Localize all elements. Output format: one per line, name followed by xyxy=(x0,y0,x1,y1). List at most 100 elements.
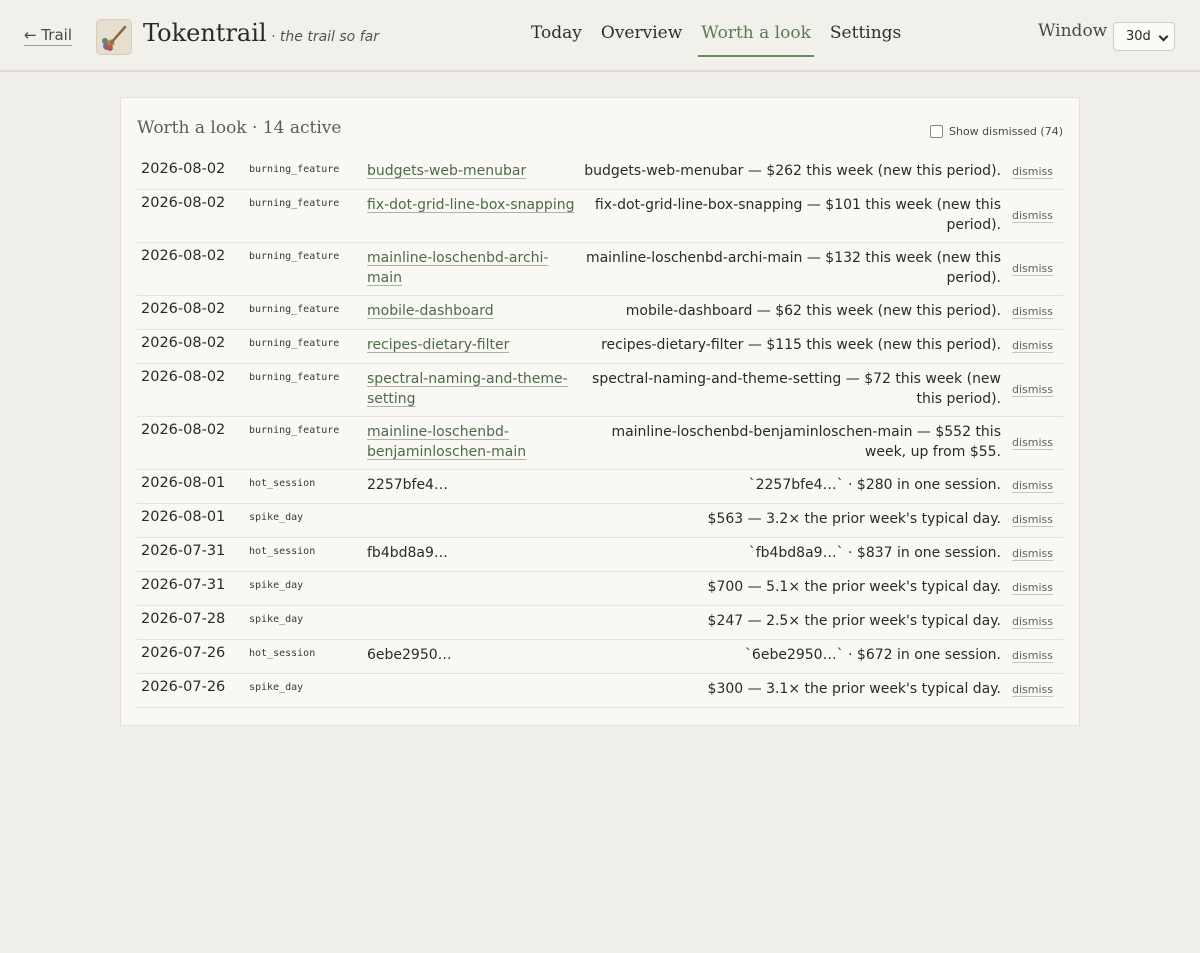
insight-kind: spike_day xyxy=(249,682,304,693)
insight-row: 2026-08-01 spike_day $563 — 3.2× the prior… xyxy=(137,504,1063,538)
insight-kind: burning_feature xyxy=(249,372,340,383)
insight-row: 2026-07-26 hot_session 6ebe2950… `6ebe2950…… xyxy=(137,640,1063,674)
dismiss-button[interactable]: dismiss xyxy=(1012,165,1053,178)
logo-icon xyxy=(96,19,132,55)
insight-description: $700 — 5.1× the prior week's typical day… xyxy=(707,579,1001,595)
nav-tab-today[interactable]: Today xyxy=(528,23,585,57)
insight-row: 2026-07-26 spike_day $300 — 3.1× the prior… xyxy=(137,674,1063,708)
insight-date: 2026-07-31 xyxy=(141,543,226,559)
insight-kind: spike_day xyxy=(249,512,304,523)
insight-date: 2026-08-01 xyxy=(141,509,226,525)
show-dismissed-label: Show dismissed (74) xyxy=(948,125,1063,138)
window-select[interactable]: 30d xyxy=(1113,22,1175,51)
insight-date: 2026-08-02 xyxy=(141,161,226,177)
insight-date: 2026-08-02 xyxy=(141,335,226,351)
nav-tab-worth-a-look[interactable]: Worth a look xyxy=(698,23,814,57)
insight-description: $563 — 3.2× the prior week's typical day… xyxy=(707,511,1001,527)
insight-description: mainline-loschenbd-benjaminloschen-main … xyxy=(611,424,1001,460)
insight-row: 2026-07-31 spike_day $700 — 5.1× the prior… xyxy=(137,572,1063,606)
show-dismissed-toggle[interactable]: Show dismissed (74) xyxy=(929,125,1063,138)
dismiss-button[interactable]: dismiss xyxy=(1012,305,1053,318)
insight-subject: 6ebe2950… xyxy=(367,647,452,663)
insight-kind: burning_feature xyxy=(249,251,340,262)
insight-subject-link[interactable]: mobile-dashboard xyxy=(367,301,577,321)
insight-subject-link[interactable]: fix-dot-grid-line-box-snapping xyxy=(367,195,577,215)
insight-subject-link[interactable]: spectral-naming-and-theme-setting xyxy=(367,369,577,409)
dismiss-button[interactable]: dismiss xyxy=(1012,615,1053,628)
insight-description: fix-dot-grid-line-box-snapping — $101 th… xyxy=(594,197,1001,233)
insight-date: 2026-08-02 xyxy=(141,422,226,438)
insight-row: 2026-07-28 spike_day $247 — 2.5× the prior… xyxy=(137,606,1063,640)
dismiss-button[interactable]: dismiss xyxy=(1012,581,1053,594)
insight-kind: hot_session xyxy=(249,648,316,659)
insight-row: 2026-08-02 burning_feature fix-dot-grid-li… xyxy=(137,190,1063,243)
insight-date: 2026-08-02 xyxy=(141,369,226,385)
insight-row: 2026-08-02 burning_feature budgets-web-men… xyxy=(137,156,1063,190)
insight-date: 2026-07-31 xyxy=(141,577,226,593)
insight-row: 2026-07-31 hot_session fb4bd8a9… `fb4bd8a9…… xyxy=(137,538,1063,572)
insight-description: budgets-web-menubar — $262 this week (ne… xyxy=(584,163,1001,179)
insight-description: mobile-dashboard — $62 this week (new th… xyxy=(625,303,1001,319)
show-dismissed-checkbox[interactable] xyxy=(929,125,943,138)
insight-date: 2026-07-26 xyxy=(141,645,226,661)
insight-subject-link[interactable]: mainline-loschenbd-benjaminloschen-main xyxy=(367,422,577,462)
dismiss-button[interactable]: dismiss xyxy=(1012,383,1053,396)
insight-description: `fb4bd8a9…` · $837 in one session. xyxy=(748,545,1001,561)
dismiss-button[interactable]: dismiss xyxy=(1012,436,1053,449)
insight-kind: spike_day xyxy=(249,580,304,591)
dismiss-button[interactable]: dismiss xyxy=(1012,479,1053,492)
insight-row: 2026-08-02 burning_feature recipes-dietary… xyxy=(137,330,1063,364)
dismiss-button[interactable]: dismiss xyxy=(1012,339,1053,352)
insight-description: mainline-loschenbd-archi-main — $132 thi… xyxy=(585,250,1001,286)
window-label: Window xyxy=(1038,21,1108,41)
insight-kind: burning_feature xyxy=(249,338,340,349)
nav-tab-overview[interactable]: Overview xyxy=(598,23,685,57)
back-to-trail-link[interactable]: ← Trail xyxy=(24,26,72,46)
insight-row: 2026-08-02 burning_feature mainline-losche… xyxy=(137,243,1063,296)
insight-kind: burning_feature xyxy=(249,164,340,175)
insight-date: 2026-07-26 xyxy=(141,679,226,695)
insight-kind: burning_feature xyxy=(249,198,340,209)
insight-description: recipes-dietary-filter — $115 this week … xyxy=(601,337,1001,353)
insight-row: 2026-08-02 burning_feature spectral-naming… xyxy=(137,364,1063,417)
insight-kind: spike_day xyxy=(249,614,304,625)
dismiss-button[interactable]: dismiss xyxy=(1012,262,1053,275)
chevron-down-icon xyxy=(1158,31,1169,42)
insights-list: 2026-08-02 burning_feature budgets-web-men… xyxy=(137,156,1063,708)
insight-subject: fb4bd8a9… xyxy=(367,545,448,561)
insight-subject: 2257bfe4… xyxy=(367,477,448,493)
insight-date: 2026-08-01 xyxy=(141,475,226,491)
insight-description: spectral-naming-and-theme-setting — $72 … xyxy=(592,371,1001,407)
insight-kind: hot_session xyxy=(249,546,316,557)
insight-row: 2026-08-02 burning_feature mobile-dashboar… xyxy=(137,296,1063,330)
insight-kind: hot_session xyxy=(249,478,316,489)
panel-title: Worth a look · 14 active xyxy=(137,118,342,138)
insight-description: $247 — 2.5× the prior week's typical day… xyxy=(707,613,1001,629)
main-nav: Today Overview Worth a look Settings xyxy=(528,23,917,57)
nav-tab-settings[interactable]: Settings xyxy=(827,23,904,57)
dismiss-button[interactable]: dismiss xyxy=(1012,649,1053,662)
dismiss-button[interactable]: dismiss xyxy=(1012,683,1053,696)
window-select-value: 30d xyxy=(1126,29,1151,44)
insight-subject-link[interactable]: recipes-dietary-filter xyxy=(367,335,577,355)
brand-tagline: · the trail so far xyxy=(271,29,379,45)
insight-row: 2026-08-02 burning_feature mainline-losche… xyxy=(137,417,1063,470)
insight-kind: burning_feature xyxy=(249,304,340,315)
worth-a-look-panel: Worth a look · 14 active Show dismissed … xyxy=(120,97,1080,726)
insight-description: `2257bfe4…` · $280 in one session. xyxy=(748,477,1001,493)
app-header: ← Trail Tokentrail · the trail so far To… xyxy=(0,0,1200,72)
dismiss-button[interactable]: dismiss xyxy=(1012,209,1053,222)
insight-subject-link[interactable]: mainline-loschenbd-archi-main xyxy=(367,248,577,288)
insight-kind: burning_feature xyxy=(249,425,340,436)
insight-date: 2026-08-02 xyxy=(141,248,226,264)
insight-subject-link[interactable]: budgets-web-menubar xyxy=(367,161,577,181)
insight-date: 2026-08-02 xyxy=(141,301,226,317)
insight-description: `6ebe2950…` · $672 in one session. xyxy=(744,647,1001,663)
insight-row: 2026-08-01 hot_session 2257bfe4… `2257bfe4…… xyxy=(137,470,1063,504)
dismiss-button[interactable]: dismiss xyxy=(1012,547,1053,560)
insight-date: 2026-07-28 xyxy=(141,611,226,627)
dismiss-button[interactable]: dismiss xyxy=(1012,513,1053,526)
insight-description: $300 — 3.1× the prior week's typical day… xyxy=(707,681,1001,697)
insight-date: 2026-08-02 xyxy=(141,195,226,211)
brand-name: Tokentrail xyxy=(143,19,267,47)
